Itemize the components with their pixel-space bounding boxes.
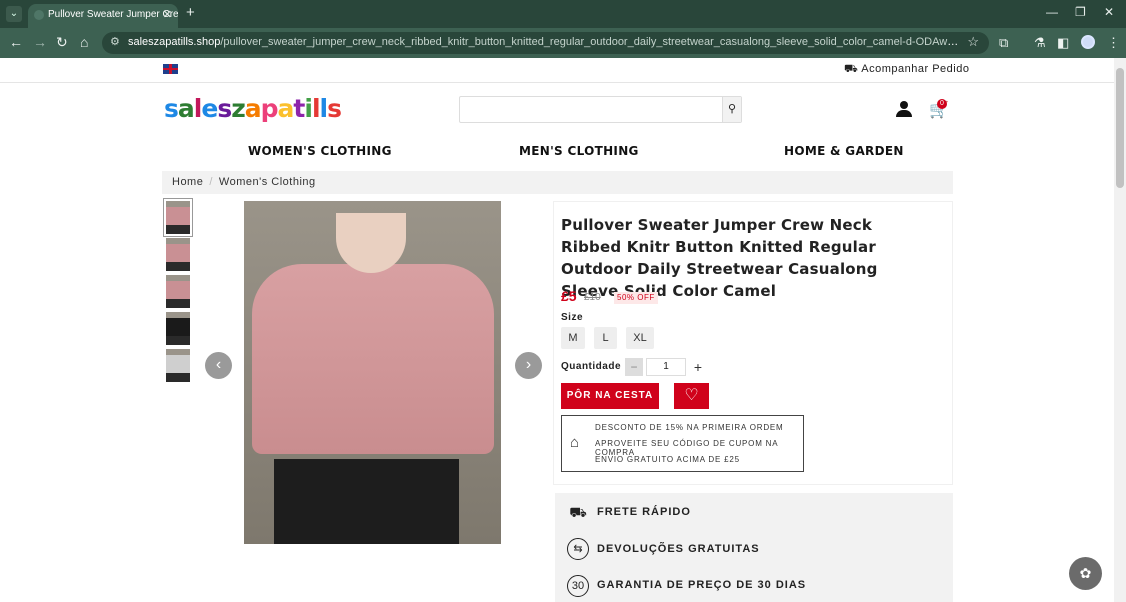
quantity-input[interactable]: 1 [646, 358, 686, 376]
logo-letter: a [244, 94, 262, 123]
restore-button[interactable]: ❐ [1075, 5, 1086, 19]
returns-icon: ⇆ [567, 538, 589, 560]
lab-icon[interactable]: ⚗ [1034, 35, 1046, 51]
site-info-icon[interactable]: ⚙ [110, 35, 120, 48]
logo-letter: e [201, 94, 218, 123]
thumbnail-5[interactable] [166, 349, 190, 382]
window-close-button[interactable]: ✕ [1104, 5, 1114, 19]
forward-icon[interactable]: → [33, 34, 47, 50]
search-icon[interactable]: ⚲ [722, 97, 741, 122]
logo-letter: i [304, 94, 313, 123]
account-icon[interactable] [896, 101, 912, 117]
logo-letter: a [177, 94, 195, 123]
breadcrumb-current[interactable]: Women's Clothing [219, 176, 316, 188]
thumbnail-4[interactable] [166, 312, 190, 345]
browser-tab[interactable]: Pullover Sweater Jumper Crew ✕ [28, 4, 178, 28]
promo-box: ⌂ DESCONTO DE 15% NA PRIMEIRA ORDEM APRO… [561, 415, 804, 472]
breadcrumb-home[interactable]: Home [172, 176, 203, 188]
new-tab-button[interactable]: + [186, 4, 195, 21]
profile-avatar-icon[interactable] [1081, 35, 1095, 49]
quantity-increase-button[interactable]: + [689, 358, 707, 376]
nav-mens-clothing[interactable]: MEN'S CLOTHING [519, 144, 639, 158]
quantity-decrease-button[interactable]: − [625, 358, 643, 376]
sweater-shape [252, 264, 494, 454]
size-label: Size [561, 312, 584, 323]
feature-fast-shipping: FRETE RÁPIDO [597, 506, 691, 518]
feature-price-guarantee: GARANTIA DE PREÇO DE 30 DIAS [597, 579, 807, 591]
sidepanel-icon[interactable]: ◧ [1057, 35, 1069, 51]
bookmark-star-icon[interactable]: ☆ [967, 34, 979, 50]
features-panel: ⛟ FRETE RÁPIDO ⇆ DEVOLUÇÕES GRATUITAS 30… [555, 493, 953, 602]
wishlist-heart-icon[interactable]: ♡ [674, 383, 709, 409]
logo-letter: l [319, 94, 329, 123]
promo-line-1: DESCONTO DE 15% NA PRIMEIRA ORDEM [595, 423, 784, 432]
thumbnail-2[interactable] [166, 238, 190, 271]
quantity-label: Quantidade [561, 361, 622, 372]
tab-title: Pullover Sweater Jumper Crew [48, 9, 178, 20]
address-bar[interactable]: ⚙ saleszapatills.shop/pullover_sweater_j… [102, 32, 989, 54]
truck-icon: ⛟ [569, 504, 587, 520]
browser-tab-bar: ⌄ Pullover Sweater Jumper Crew ✕ + — ❐ ✕ [0, 0, 1126, 28]
product-old-price: £10 [584, 292, 601, 303]
size-option-xl[interactable]: XL [626, 327, 654, 349]
size-option-l[interactable]: L [594, 327, 617, 349]
extensions-icon[interactable]: ⧉ [999, 35, 1008, 51]
product-price: £5 [561, 288, 577, 304]
nav-home-garden[interactable]: HOME & GARDEN [784, 144, 904, 158]
size-option-m[interactable]: M [561, 327, 585, 349]
page-scrollbar[interactable] [1114, 58, 1126, 602]
cookie-settings-icon[interactable]: ✿ [1069, 557, 1102, 590]
home-icon[interactable]: ⌂ [80, 34, 88, 50]
url-domain: saleszapatills.shop [128, 36, 221, 48]
logo-letter: z [231, 94, 246, 123]
cart-count-badge: 0 [937, 99, 947, 109]
logo-letter: a [277, 94, 295, 123]
discount-badge: 50% OFF [614, 292, 658, 304]
logo-letter: s [164, 94, 179, 123]
search-input[interactable]: ⚲ [459, 96, 742, 123]
tag-icon: ⌂ [570, 434, 580, 451]
url-path: /pullover_sweater_jumper_crew_neck_ribbe… [220, 36, 960, 48]
breadcrumb-separator: / [209, 176, 213, 188]
scrollbar-thumb[interactable] [1116, 68, 1124, 188]
logo-letter: s [217, 94, 232, 123]
product-title: Pullover Sweater Jumper Crew Neck Ribbed… [561, 216, 878, 300]
tab-search-button[interactable]: ⌄ [6, 6, 22, 22]
thumbnail-1[interactable] [163, 198, 193, 237]
prev-image-arrow-icon[interactable]: ‹ [205, 352, 232, 379]
back-icon[interactable]: ← [9, 34, 23, 50]
logo-letter: p [260, 94, 279, 123]
pants-shape [274, 459, 459, 544]
more-menu-icon[interactable]: ⋮ [1107, 35, 1120, 51]
tab-close-icon[interactable]: ✕ [163, 4, 172, 26]
thirty-days-icon: 30 [567, 575, 589, 597]
nav-womens-clothing[interactable]: WOMEN'S CLOTHING [248, 144, 392, 158]
next-image-arrow-icon[interactable]: › [515, 352, 542, 379]
reload-icon[interactable]: ↻ [56, 34, 68, 51]
product-main-image[interactable] [244, 201, 501, 544]
header-divider [0, 82, 1114, 83]
add-to-cart-button[interactable]: PÔR NA CESTA [561, 383, 659, 409]
favicon-icon [34, 10, 44, 20]
breadcrumb: Home / Women's Clothing [162, 171, 953, 194]
site-logo[interactable]: saleszapatills [164, 94, 342, 123]
logo-letter: t [293, 94, 305, 123]
logo-letter: l [311, 94, 321, 123]
feature-free-returns: DEVOLUÇÕES GRATUITAS [597, 543, 760, 555]
minimize-button[interactable]: — [1046, 5, 1058, 19]
address-toolbar: ← → ↻ ⌂ ⚙ saleszapatills.shop/pullover_s… [0, 28, 1126, 58]
promo-line-3: ENVIO GRATUITO ACIMA DE £25 [595, 455, 740, 464]
logo-letter: s [327, 94, 342, 123]
uk-flag-icon[interactable] [163, 64, 178, 74]
track-order-label: Acompanhar Pedido [861, 63, 970, 75]
url-text[interactable]: saleszapatills.shop/pullover_sweater_jum… [128, 36, 960, 48]
thumbnail-3[interactable] [166, 275, 190, 308]
track-order-link[interactable]: ⛟ Acompanhar Pedido [844, 63, 969, 77]
